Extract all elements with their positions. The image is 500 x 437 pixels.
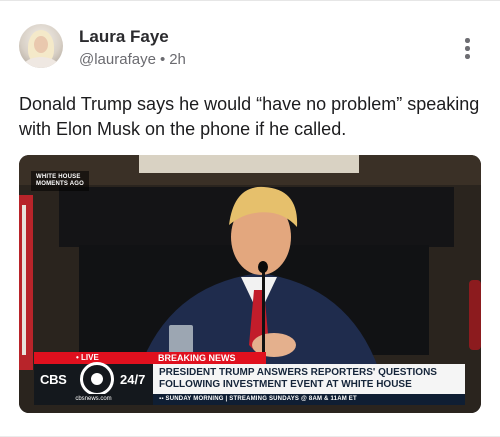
network-logo: CBS 24/7 bbox=[34, 362, 153, 396]
meta-separator: • bbox=[159, 51, 166, 68]
post-time[interactable]: 2h bbox=[169, 51, 186, 68]
post-text: Donald Trump says he would “have no prob… bbox=[19, 94, 480, 139]
video-thumbnail[interactable]: WHITE HOUSE MOMENTS AGO • LIVE BREAKING … bbox=[19, 155, 481, 413]
author-name[interactable]: Laura Faye bbox=[79, 27, 169, 47]
avatar[interactable] bbox=[19, 24, 63, 68]
news-ticker: ▪▪ SUNDAY MORNING | STREAMING SUNDAYS @ … bbox=[153, 394, 465, 405]
corner-bug: WHITE HOUSE MOMENTS AGO bbox=[31, 171, 89, 191]
network-left-text: CBS bbox=[40, 372, 67, 387]
more-vertical-icon[interactable] bbox=[458, 36, 476, 62]
author-handle[interactable]: @laurafaye bbox=[79, 51, 156, 68]
network-right-text: 24/7 bbox=[120, 372, 146, 387]
cbs-eye-icon bbox=[80, 362, 114, 396]
network-site: cbsnews.com bbox=[34, 394, 153, 405]
breaking-news-label: BREAKING NEWS bbox=[153, 352, 266, 364]
post-meta: @laurafaye • 2h bbox=[79, 51, 186, 68]
avatar-face bbox=[34, 36, 48, 53]
avatar-shoulders bbox=[23, 57, 59, 68]
top-divider bbox=[0, 0, 500, 1]
chyron-headline: PRESIDENT TRUMP ANSWERS REPORTERS' QUEST… bbox=[153, 364, 465, 394]
